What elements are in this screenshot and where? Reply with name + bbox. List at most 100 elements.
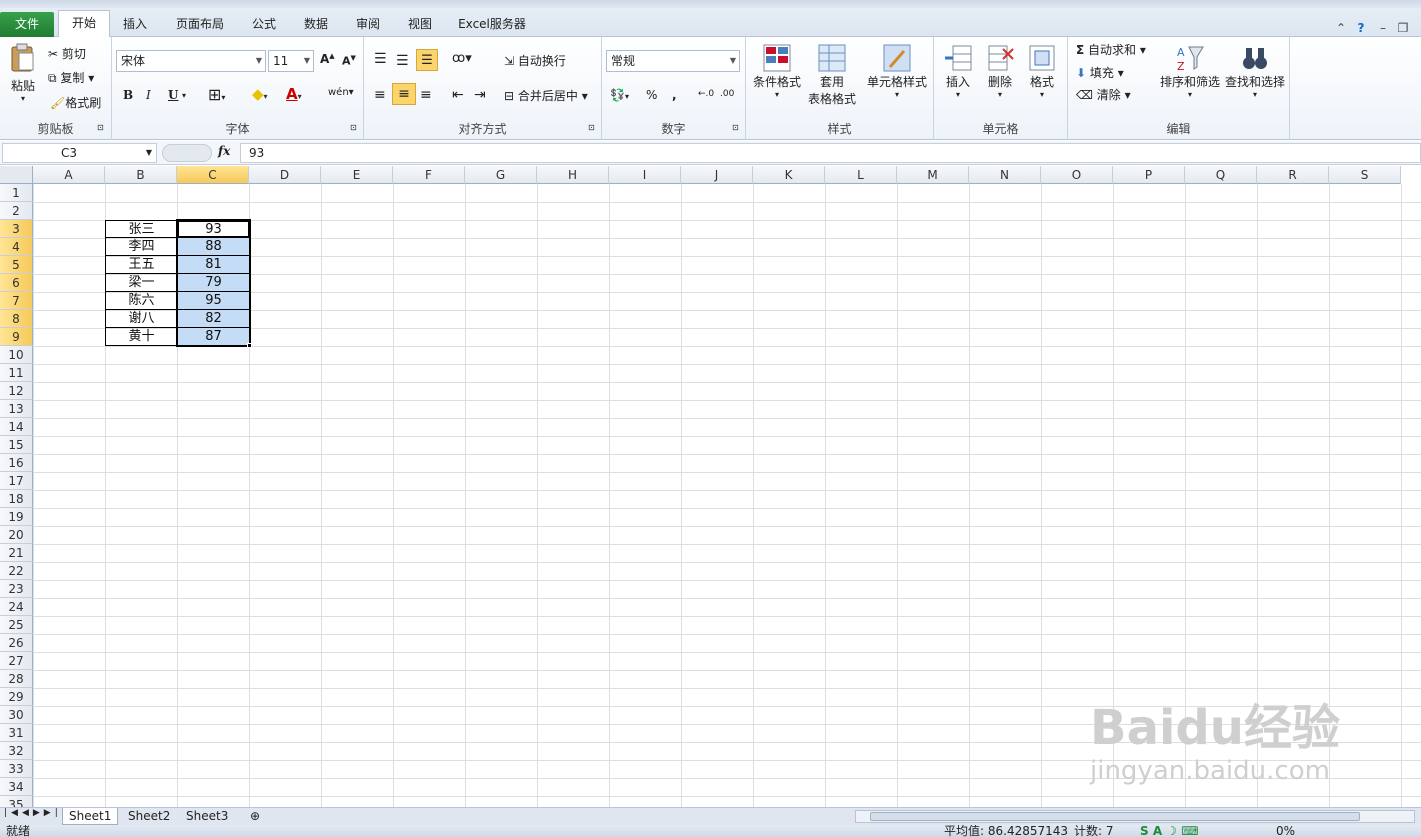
format-as-table-button[interactable]: 套用 表格格式	[804, 43, 860, 107]
comma-button[interactable]: ,	[672, 88, 677, 102]
column-header-h[interactable]: H	[537, 166, 609, 184]
cell-score[interactable]: 81	[177, 256, 250, 274]
align-top-icon[interactable]: ☰	[374, 51, 387, 67]
orientation-icon[interactable]: ꝏ▾	[452, 51, 472, 66]
sheet-nav-arrows-icon[interactable]: |◀◀▶▶|	[4, 808, 62, 818]
column-header-p[interactable]: P	[1113, 166, 1185, 184]
minimize-ribbon-icon[interactable]: ⌃	[1333, 20, 1349, 36]
alignment-launcher-icon[interactable]: ⊡	[588, 123, 595, 132]
font-size-select[interactable]: 11 ▼	[268, 50, 314, 72]
row-header-19[interactable]: 19	[0, 508, 33, 526]
column-header-r[interactable]: R	[1257, 166, 1329, 184]
column-header-m[interactable]: M	[897, 166, 969, 184]
minimize-window-icon[interactable]: –	[1375, 20, 1391, 36]
column-header-l[interactable]: L	[825, 166, 897, 184]
font-name-select[interactable]: 宋体 ▼	[116, 50, 266, 72]
row-header-9[interactable]: 9	[0, 328, 33, 346]
italic-button[interactable]: I	[146, 88, 151, 102]
row-header-3[interactable]: 3	[0, 220, 33, 238]
row-header-7[interactable]: 7	[0, 292, 33, 310]
format-painter-button[interactable]: 🖌格式刷	[50, 94, 101, 111]
row-header-26[interactable]: 26	[0, 634, 33, 652]
row-header-30[interactable]: 30	[0, 706, 33, 724]
tab-file[interactable]: 文件	[0, 12, 54, 37]
column-header-e[interactable]: E	[321, 166, 393, 184]
grow-font-button[interactable]: A▲	[320, 52, 335, 66]
shrink-font-button[interactable]: A▼	[342, 54, 356, 68]
column-header-i[interactable]: I	[609, 166, 681, 184]
find-select-button[interactable]: 查找和选择 ▾	[1222, 43, 1288, 99]
number-format-select[interactable]: 常规 ▼	[606, 50, 740, 72]
column-header-k[interactable]: K	[753, 166, 825, 184]
column-header-n[interactable]: N	[969, 166, 1041, 184]
clear-button[interactable]: ⌫ 清除 ▾	[1076, 86, 1131, 103]
borders-icon[interactable]: ⊞▾	[208, 85, 225, 104]
insert-function-icon[interactable]: fx	[218, 144, 230, 158]
tab-data[interactable]: 数据	[294, 12, 338, 37]
restore-window-icon[interactable]: ❐	[1395, 20, 1411, 36]
sheet-tab-2[interactable]: Sheet2	[122, 808, 176, 825]
row-header-25[interactable]: 25	[0, 616, 33, 634]
phonetic-button[interactable]: wén▾	[328, 87, 354, 98]
row-header-34[interactable]: 34	[0, 778, 33, 796]
formula-bar-collapse-handle[interactable]	[162, 144, 212, 162]
tab-insert[interactable]: 插入	[112, 12, 158, 37]
row-header-31[interactable]: 31	[0, 724, 33, 742]
row-header-28[interactable]: 28	[0, 670, 33, 688]
help-icon[interactable]: ?	[1353, 20, 1369, 36]
column-header-f[interactable]: F	[393, 166, 465, 184]
status-zoom[interactable]: 0%	[1276, 825, 1295, 837]
fill-color-icon[interactable]: ◆▾	[252, 85, 268, 103]
row-header-23[interactable]: 23	[0, 580, 33, 598]
wrap-text-button[interactable]: ⇲ 自动换行	[504, 52, 566, 69]
underline-button[interactable]: U	[168, 88, 178, 102]
align-center-icon[interactable]: ≡	[392, 83, 416, 105]
row-header-13[interactable]: 13	[0, 400, 33, 418]
cell-score[interactable]: 82	[177, 310, 250, 328]
fill-button[interactable]: ⬇ 填充 ▾	[1076, 64, 1124, 81]
increase-decimal-icon[interactable]: ←.0	[698, 89, 714, 99]
row-header-29[interactable]: 29	[0, 688, 33, 706]
cell-score[interactable]: 79	[177, 274, 250, 292]
row-header-35[interactable]: 35	[0, 796, 33, 807]
column-header-q[interactable]: Q	[1185, 166, 1257, 184]
underline-dropdown-icon[interactable]: ▾	[182, 91, 186, 100]
tab-excel-server[interactable]: Excel服务器	[450, 12, 534, 37]
cell-name[interactable]: 李四	[105, 238, 178, 256]
sheet-tab-3[interactable]: Sheet3	[180, 808, 234, 825]
cell-name[interactable]: 张三	[105, 220, 178, 238]
sort-filter-button[interactable]: AZ 排序和筛选 ▾	[1158, 43, 1222, 99]
row-header-4[interactable]: 4	[0, 238, 33, 256]
select-all-corner[interactable]	[0, 166, 33, 184]
column-header-o[interactable]: O	[1041, 166, 1113, 184]
column-header-d[interactable]: D	[249, 166, 321, 184]
horizontal-scrollbar[interactable]	[855, 810, 1415, 823]
paste-button[interactable]: 粘贴 ▾	[8, 43, 38, 103]
row-header-6[interactable]: 6	[0, 274, 33, 292]
sheet-tab-1[interactable]: Sheet1	[62, 808, 119, 825]
row-header-5[interactable]: 5	[0, 256, 33, 274]
font-launcher-icon[interactable]: ⊡	[350, 123, 357, 132]
align-left-icon[interactable]: ≡	[374, 87, 386, 103]
copy-button[interactable]: ⧉ 复制 ▾	[48, 69, 94, 86]
cell-score[interactable]: 95	[177, 292, 250, 310]
row-header-1[interactable]: 1	[0, 184, 33, 202]
accounting-icon[interactable]: 💱▾	[610, 88, 629, 102]
bold-button[interactable]: B	[123, 88, 133, 102]
row-header-8[interactable]: 8	[0, 310, 33, 328]
cell-score[interactable]: 87	[177, 328, 250, 346]
conditional-formatting-button[interactable]: 条件格式 ▾	[750, 43, 804, 99]
tab-page-layout[interactable]: 页面布局	[164, 12, 236, 37]
column-header-c[interactable]: C	[177, 166, 249, 184]
cell-score[interactable]: 88	[177, 238, 250, 256]
row-header-21[interactable]: 21	[0, 544, 33, 562]
align-right-icon[interactable]: ≡	[420, 87, 432, 103]
column-header-b[interactable]: B	[105, 166, 177, 184]
column-header-a[interactable]: A	[33, 166, 105, 184]
tab-home[interactable]: 开始	[58, 10, 110, 38]
cell-name[interactable]: 王五	[105, 256, 178, 274]
name-box[interactable]: C3 ▼	[2, 143, 157, 163]
column-header-j[interactable]: J	[681, 166, 753, 184]
merge-center-button[interactable]: ⊟ 合并后居中 ▾	[504, 87, 588, 104]
tab-formulas[interactable]: 公式	[242, 12, 286, 37]
